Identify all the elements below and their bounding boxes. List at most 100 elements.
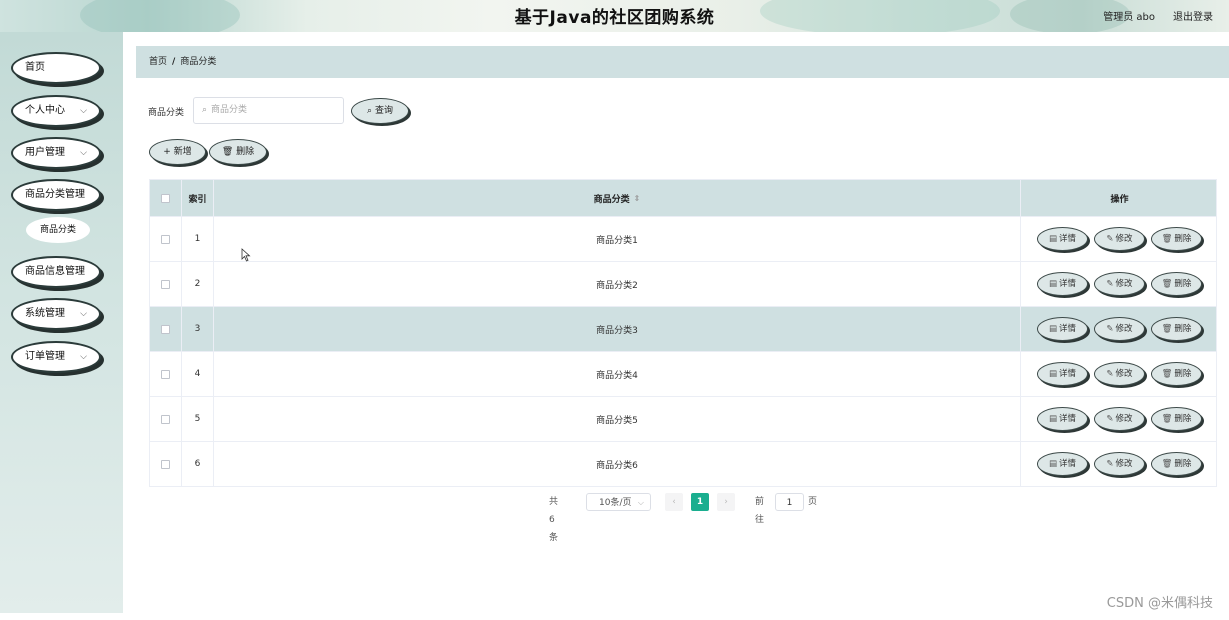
detail-button-label: 详情: [1059, 234, 1077, 244]
edit-button[interactable]: ✎ 修改: [1094, 407, 1145, 431]
table-row[interactable]: 2 商品分类2 ▤ 详情 ✎ 修改 🗑 删除: [150, 261, 1216, 306]
trash-icon: 🗑: [1161, 369, 1173, 379]
row-delete-button[interactable]: 🗑 删除: [1151, 227, 1202, 251]
header-category-label: 商品分类: [593, 194, 630, 205]
breadcrumb-home[interactable]: 首页: [149, 57, 167, 67]
page-suffix: 页: [808, 497, 818, 507]
admin-label: 管理员 abo: [1103, 12, 1155, 23]
edit-button[interactable]: ✎ 修改: [1094, 452, 1145, 476]
table-row[interactable]: 4 商品分类4 ▤ 详情 ✎ 修改 🗑 删除: [150, 351, 1216, 396]
trash-icon: 🗑: [1161, 414, 1173, 424]
sidebar-item-personal-center[interactable]: 个人中心 ⌵: [11, 95, 101, 127]
row-checkbox[interactable]: [161, 324, 170, 334]
row-index: 4: [182, 352, 214, 396]
sidebar-item-label: 订单管理: [25, 351, 65, 362]
sidebar-item-label: 系统管理: [25, 308, 65, 319]
trash-icon: 🗑: [221, 147, 234, 157]
document-icon: ▤: [1048, 234, 1057, 244]
app-title: 基于Java的社区团购系统: [514, 8, 715, 28]
top-header: 基于Java的社区团购系统 管理员 abo 退出登录: [0, 0, 1229, 32]
detail-button[interactable]: ▤ 详情: [1037, 272, 1088, 296]
delete-button-label: 删除: [1174, 279, 1192, 289]
detail-button[interactable]: ▤ 详情: [1037, 227, 1088, 251]
edit-button[interactable]: ✎ 修改: [1094, 362, 1145, 386]
prev-page-button[interactable]: ‹: [665, 493, 683, 511]
sidebar-item-category-management[interactable]: 商品分类管理: [11, 179, 101, 211]
row-checkbox-cell: [150, 397, 182, 441]
sidebar-item-label: 用户管理: [25, 147, 65, 158]
row-checkbox[interactable]: [161, 234, 170, 244]
chevron-down-icon: ⌵: [80, 148, 87, 158]
row-checkbox[interactable]: [161, 369, 170, 379]
select-all-checkbox[interactable]: [161, 193, 170, 203]
page-size-select[interactable]: 10条/页 ⌵: [586, 493, 651, 511]
next-page-button[interactable]: ›: [717, 493, 735, 511]
edit-button-label: 修改: [1115, 234, 1133, 244]
table-row[interactable]: 3 商品分类3 ▤ 详情 ✎ 修改 🗑 删除: [150, 306, 1216, 351]
detail-button-label: 详情: [1059, 369, 1077, 379]
pencil-icon: ✎: [1106, 369, 1114, 379]
goto-label: 前往: [755, 497, 765, 525]
row-delete-button[interactable]: 🗑 删除: [1151, 317, 1202, 341]
detail-button[interactable]: ▤ 详情: [1037, 452, 1088, 476]
row-delete-button[interactable]: 🗑 删除: [1151, 362, 1202, 386]
sidebar-item-product-management[interactable]: 商品信息管理: [11, 256, 101, 288]
row-checkbox[interactable]: [161, 459, 170, 469]
sidebar-item-order-management[interactable]: 订单管理 ⌵: [11, 341, 101, 373]
sidebar-item-label: 个人中心: [25, 105, 65, 116]
document-icon: ▤: [1048, 369, 1057, 379]
sidebar-subitem-category[interactable]: 商品分类: [26, 217, 90, 243]
sidebar-item-home[interactable]: 首页: [11, 52, 101, 84]
breadcrumb: 首页 / 商品分类: [136, 46, 1229, 78]
watermark: CSDN @米偶科技: [1106, 596, 1213, 611]
detail-button[interactable]: ▤ 详情: [1037, 407, 1088, 431]
page-number-button[interactable]: 1: [691, 493, 709, 511]
row-checkbox-cell: [150, 262, 182, 306]
table-row[interactable]: 1 商品分类1 ▤ 详情 ✎ 修改 🗑 删除: [150, 216, 1216, 261]
detail-button-label: 详情: [1059, 459, 1077, 469]
logout-link[interactable]: 退出登录: [1173, 8, 1213, 23]
row-delete-button[interactable]: 🗑 删除: [1151, 452, 1202, 476]
row-delete-button[interactable]: 🗑 删除: [1151, 272, 1202, 296]
sort-icon[interactable]: ⇕: [634, 194, 641, 203]
add-button[interactable]: + 新增: [149, 139, 206, 165]
sidebar-item-label: 商品信息管理: [25, 266, 85, 277]
row-actions: ▤ 详情 ✎ 修改 🗑 删除: [1021, 442, 1218, 486]
edit-button[interactable]: ✎ 修改: [1094, 272, 1145, 296]
delete-button-label: 删除: [236, 147, 255, 157]
sidebar-item-label: 首页: [25, 62, 45, 73]
search-input[interactable]: ⌕ 商品分类: [193, 97, 344, 124]
edit-button-label: 修改: [1115, 324, 1133, 334]
search-icon: ⌕: [202, 105, 208, 115]
row-index: 6: [182, 442, 214, 486]
row-checkbox[interactable]: [161, 279, 170, 289]
chevron-down-icon: ⌵: [637, 498, 644, 507]
sidebar-item-user-management[interactable]: 用户管理 ⌵: [11, 137, 101, 169]
table-row[interactable]: 5 商品分类5 ▤ 详情 ✎ 修改 🗑 删除: [150, 396, 1216, 441]
row-checkbox[interactable]: [161, 414, 170, 424]
delete-button[interactable]: 🗑 删除: [209, 139, 267, 165]
header-category[interactable]: 商品分类 ⇕: [214, 180, 1021, 216]
edit-button[interactable]: ✎ 修改: [1094, 317, 1145, 341]
detail-button[interactable]: ▤ 详情: [1037, 362, 1088, 386]
detail-button[interactable]: ▤ 详情: [1037, 317, 1088, 341]
table-header: 索引 商品分类 ⇕ 操作: [150, 180, 1216, 216]
sidebar-item-system-management[interactable]: 系统管理 ⌵: [11, 298, 101, 330]
category-table: 索引 商品分类 ⇕ 操作 1 商品分类1 ▤ 详情 ✎ 修改 🗑 删除 2 商品分类2 ▤ 详情 ✎ 修改 🗑…: [149, 179, 1217, 487]
sidebar-item-label: 商品分类管理: [25, 189, 85, 200]
breadcrumb-separator: /: [172, 57, 176, 67]
goto-page-input[interactable]: 1: [775, 493, 804, 511]
chevron-down-icon: ⌵: [80, 106, 87, 116]
edit-button[interactable]: ✎ 修改: [1094, 227, 1145, 251]
row-delete-button[interactable]: 🗑 删除: [1151, 407, 1202, 431]
trash-icon: 🗑: [1161, 324, 1173, 334]
add-button-label: 新增: [173, 147, 192, 157]
trash-icon: 🗑: [1161, 459, 1173, 469]
table-row[interactable]: 6 商品分类6 ▤ 详情 ✎ 修改 🗑 删除: [150, 441, 1216, 486]
sidebar: 首页 个人中心 ⌵ 用户管理 ⌵ 商品分类管理 商品分类 商品信息管理 系统管理 ⌵ …: [0, 32, 123, 613]
row-index: 2: [182, 262, 214, 306]
trash-icon: 🗑: [1161, 279, 1173, 289]
pencil-icon: ✎: [1106, 234, 1114, 244]
table-body: 1 商品分类1 ▤ 详情 ✎ 修改 🗑 删除 2 商品分类2 ▤ 详情 ✎ 修改 🗑 删除 3 商品分类3 ▤ 详情 ✎…: [150, 216, 1216, 486]
query-button[interactable]: ⌕ 查询: [351, 98, 409, 124]
